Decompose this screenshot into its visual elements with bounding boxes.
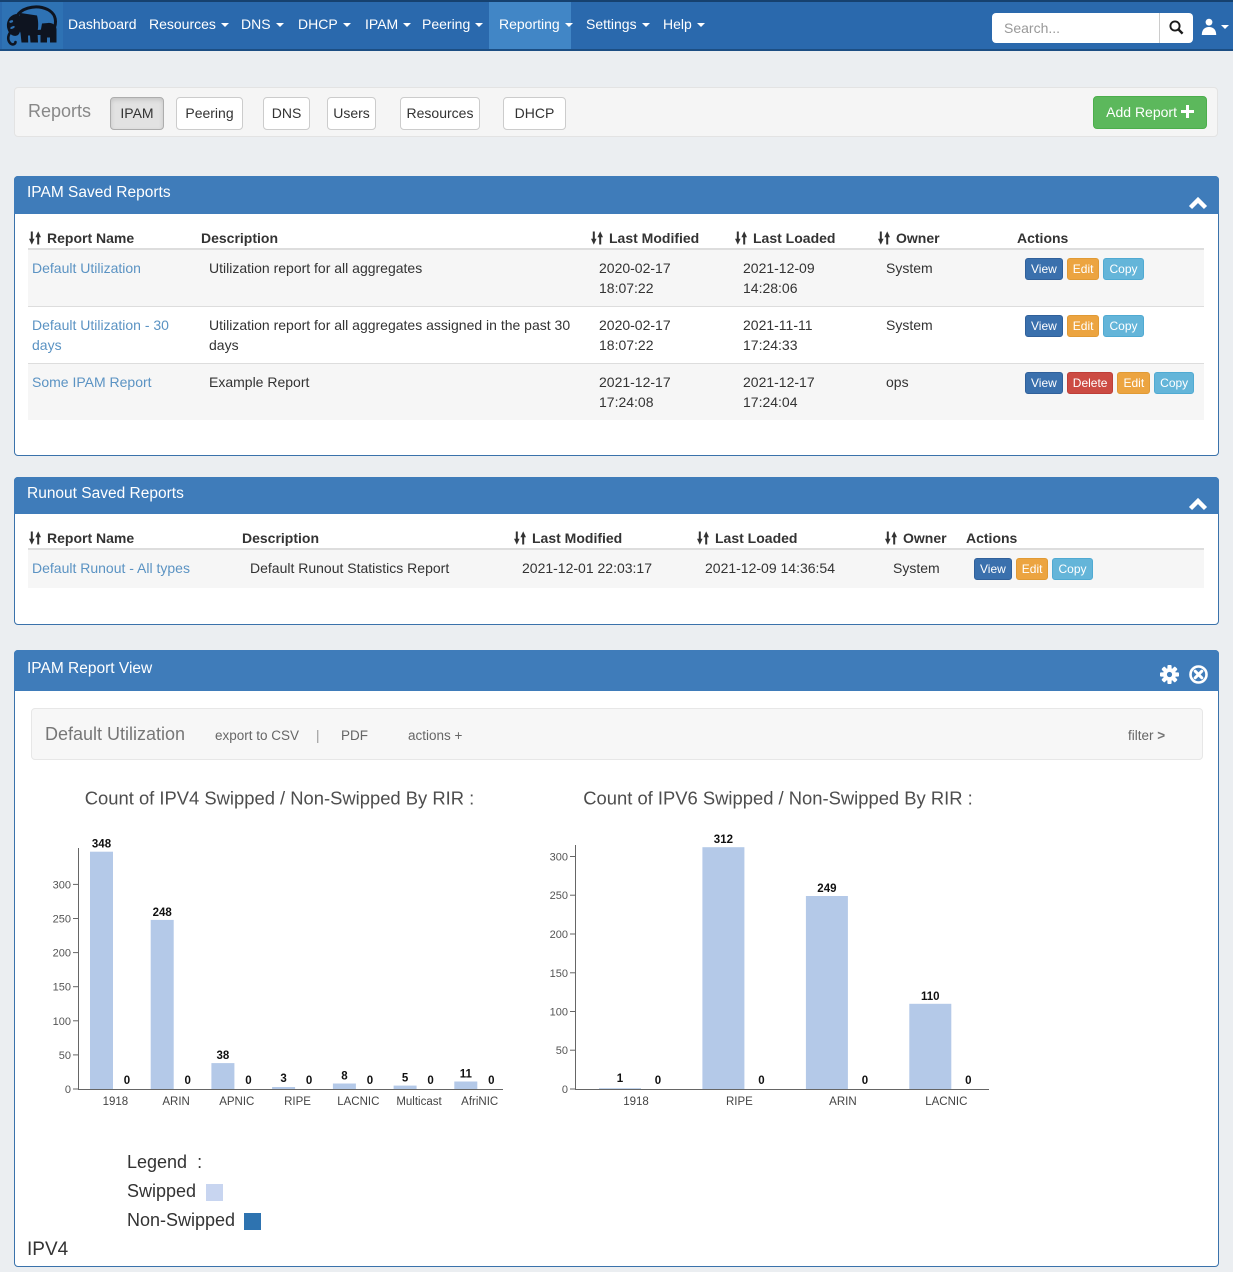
svg-text:ARIN: ARIN bbox=[829, 1096, 856, 1108]
svg-text:0: 0 bbox=[862, 1075, 868, 1087]
svg-text:200: 200 bbox=[53, 948, 71, 960]
svg-text:1: 1 bbox=[617, 1073, 624, 1085]
svg-text:0: 0 bbox=[245, 1075, 251, 1087]
svg-text:ARIN: ARIN bbox=[162, 1096, 189, 1108]
svg-text:50: 50 bbox=[59, 1050, 71, 1062]
svg-text:0: 0 bbox=[488, 1075, 494, 1087]
svg-text:3: 3 bbox=[280, 1073, 286, 1085]
svg-text:0: 0 bbox=[655, 1075, 661, 1087]
svg-text:300: 300 bbox=[550, 852, 568, 864]
svg-text:RIPE: RIPE bbox=[726, 1096, 753, 1108]
svg-text:0: 0 bbox=[427, 1075, 433, 1087]
svg-text:312: 312 bbox=[714, 834, 733, 846]
svg-text:LACNIC: LACNIC bbox=[925, 1096, 967, 1108]
svg-text:0: 0 bbox=[367, 1075, 373, 1087]
svg-text:AfriNIC: AfriNIC bbox=[461, 1096, 498, 1108]
svg-text:0: 0 bbox=[124, 1075, 130, 1087]
svg-text:Count of IPV4 Swipped / Non-Sw: Count of IPV4 Swipped / Non-Swipped By R… bbox=[85, 788, 474, 809]
svg-text:0: 0 bbox=[184, 1075, 190, 1087]
svg-text:0: 0 bbox=[758, 1075, 764, 1087]
svg-text:1918: 1918 bbox=[623, 1096, 649, 1108]
svg-text:Multicast: Multicast bbox=[396, 1096, 442, 1108]
svg-text:250: 250 bbox=[550, 890, 568, 902]
svg-text:200: 200 bbox=[550, 929, 568, 941]
svg-text:0: 0 bbox=[562, 1084, 568, 1096]
svg-text:0: 0 bbox=[65, 1084, 71, 1096]
svg-text:150: 150 bbox=[550, 968, 568, 980]
svg-text:100: 100 bbox=[550, 1007, 568, 1019]
svg-text:250: 250 bbox=[53, 914, 71, 926]
svg-text:300: 300 bbox=[53, 879, 71, 891]
svg-text:248: 248 bbox=[153, 907, 173, 919]
svg-text:0: 0 bbox=[965, 1075, 971, 1087]
svg-text:0: 0 bbox=[306, 1075, 312, 1087]
svg-text:348: 348 bbox=[92, 839, 112, 851]
svg-text:110: 110 bbox=[921, 991, 940, 1003]
svg-text:5: 5 bbox=[402, 1073, 409, 1085]
svg-text:APNIC: APNIC bbox=[219, 1096, 254, 1108]
svg-text:50: 50 bbox=[556, 1045, 568, 1057]
svg-text:11: 11 bbox=[460, 1069, 473, 1081]
svg-text:RIPE: RIPE bbox=[284, 1096, 311, 1108]
svg-text:1918: 1918 bbox=[103, 1096, 129, 1108]
svg-text:LACNIC: LACNIC bbox=[337, 1096, 379, 1108]
svg-text:38: 38 bbox=[217, 1050, 230, 1062]
svg-text:Count of IPV6 Swipped / Non-Sw: Count of IPV6 Swipped / Non-Swipped By R… bbox=[583, 788, 972, 809]
svg-text:150: 150 bbox=[53, 982, 71, 994]
svg-text:100: 100 bbox=[53, 1016, 71, 1028]
svg-text:249: 249 bbox=[817, 883, 836, 895]
svg-text:8: 8 bbox=[341, 1071, 348, 1083]
